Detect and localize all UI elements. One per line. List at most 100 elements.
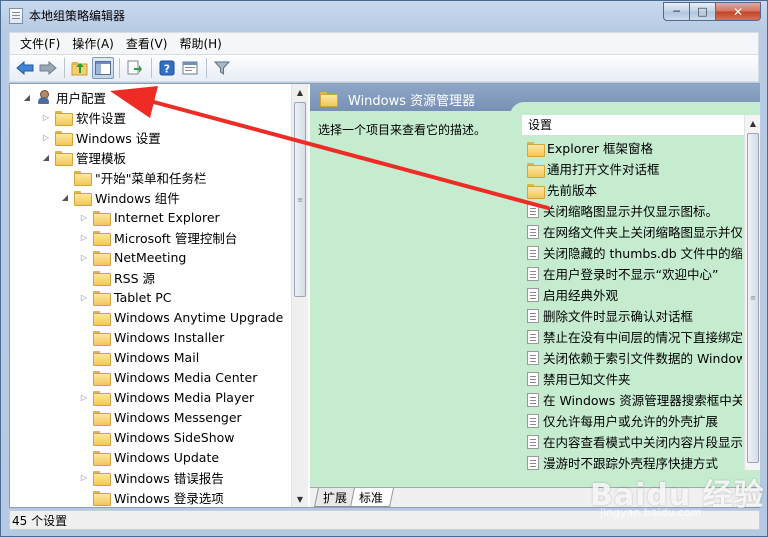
filter-icon[interactable] [211, 57, 233, 79]
description-text: 选择一个项目来查看它的描述。 [318, 123, 487, 137]
policy-setting-icon [527, 392, 539, 407]
details-title: Windows 资源管理器 [348, 94, 476, 109]
tree-item[interactable]: Windows Update [10, 447, 292, 467]
policy-setting-item[interactable]: 在用户登录时不显示“欢迎中心” [522, 263, 742, 284]
menu-help[interactable]: 帮助(H) [174, 34, 226, 54]
window-title: 本地组策略编辑器 [29, 9, 126, 23]
policy-setting-item[interactable]: 禁止在没有中间层的情况下直接绑定到 [522, 326, 742, 347]
collapsed-arrow-icon[interactable]: ▷ [79, 212, 89, 222]
folder-icon [55, 151, 73, 166]
policy-tree: ◢ 用户配置 ▷ 软件设置 ▷ Windows 设置 ◢ 管理模板 "开始"菜单和任务栏 ◢ Win… [10, 87, 292, 507]
folder-icon [74, 191, 92, 206]
scroll-thumb[interactable]: ≡ [294, 102, 306, 297]
back-icon[interactable] [14, 57, 36, 79]
tree-item-label: 用户配置 [56, 90, 107, 106]
title-bar[interactable]: 本地组策略编辑器 ─ □ ✕ [1, 1, 767, 31]
policy-setting-item[interactable]: 启用经典外观 [522, 284, 742, 305]
tree-item[interactable]: ▷ Microsoft 管理控制台 [10, 227, 292, 247]
export-list-icon[interactable] [124, 57, 146, 79]
policy-setting-item[interactable]: 在 Windows 资源管理器搜索框中关闭 [522, 389, 742, 410]
minimize-button[interactable]: ─ [663, 2, 690, 21]
tree-item[interactable]: Windows Anytime Upgrade [10, 307, 292, 327]
forward-icon[interactable] [37, 57, 59, 79]
tree-item-label: Windows Anytime Upgrade [114, 309, 284, 325]
menu-action[interactable]: 操作(A) [67, 34, 119, 54]
tree-scrollbar[interactable]: ▲ ≡ ▼ [291, 84, 308, 507]
collapsed-arrow-icon[interactable]: ▷ [41, 132, 51, 142]
tree-item[interactable]: ▷ NetMeeting [10, 247, 292, 267]
policy-setting-item[interactable]: 关闭依赖于索引文件数据的 Window [522, 347, 742, 368]
settings-folder-item[interactable]: 通用打开文件对话框 [522, 158, 742, 179]
maximize-button[interactable]: □ [690, 2, 716, 21]
collapsed-arrow-icon[interactable]: ▷ [79, 392, 89, 402]
tree-item[interactable]: Windows SideShow [10, 427, 292, 447]
scroll-down-arrow-icon[interactable]: ▼ [292, 491, 308, 507]
tree-item-label: RSS 源 [114, 270, 156, 286]
toolbar-separator [151, 58, 152, 78]
tree-item-label: Tablet PC [114, 289, 172, 305]
properties-icon[interactable] [179, 57, 201, 79]
show-hide-tree-icon[interactable] [92, 57, 114, 79]
tree-item[interactable]: ◢ Windows 组件 [10, 187, 292, 207]
tree-item-label: Windows 错误报告 [114, 470, 224, 486]
policy-setting-item[interactable]: 在网络文件夹上关闭缩略图显示并仅显 [522, 221, 742, 242]
collapsed-arrow-icon[interactable]: ▷ [41, 112, 51, 122]
tree-item[interactable]: "开始"菜单和任务栏 [10, 167, 292, 187]
tree-item[interactable]: ◢ 管理模板 [10, 147, 292, 167]
scroll-up-arrow-icon[interactable]: ▲ [292, 84, 308, 100]
tree-item[interactable]: ◢ 用户配置 [10, 87, 292, 107]
tree-item[interactable]: Windows 登录选项 [10, 487, 292, 507]
menu-view[interactable]: 查看(V) [121, 34, 173, 54]
policy-setting-item[interactable]: 禁用已知文件夹 [522, 368, 742, 389]
tree-item-label: Windows Messenger [114, 409, 242, 425]
setting-label: 在用户登录时不显示“欢迎中心” [543, 267, 719, 282]
tree-item[interactable]: Windows Messenger [10, 407, 292, 427]
tree-item[interactable]: ▷ Windows 错误报告 [10, 467, 292, 487]
collapsed-arrow-icon[interactable]: ▷ [79, 232, 89, 242]
folder-icon [55, 111, 73, 126]
scroll-up-arrow-icon[interactable]: ▲ [745, 115, 760, 131]
folder-icon [55, 131, 73, 146]
content-area: ◢ 用户配置 ▷ 软件设置 ▷ Windows 设置 ◢ 管理模板 "开始"菜单和任务栏 ◢ Win… [9, 83, 760, 508]
folder-icon [93, 211, 111, 226]
toolbar-separator [206, 58, 207, 78]
scroll-thumb[interactable]: ≡ [747, 133, 759, 463]
tree-item[interactable]: RSS 源 [10, 267, 292, 287]
tree-item[interactable]: Windows Media Center [10, 367, 292, 387]
policy-setting-item[interactable]: 关闭隐藏的 thumbs.db 文件中的缩略 [522, 242, 742, 263]
collapsed-arrow-icon[interactable]: ▷ [79, 252, 89, 262]
tab-standard[interactable]: 标准 [349, 488, 395, 507]
policy-setting-item[interactable]: 关闭缩略图显示并仅显示图标。 [522, 200, 742, 221]
expanded-arrow-icon[interactable]: ◢ [22, 92, 32, 102]
help-icon[interactable]: ? [156, 57, 178, 79]
expanded-arrow-icon[interactable]: ◢ [60, 192, 70, 202]
column-header-setting[interactable]: 设置 [522, 115, 760, 136]
tree-item[interactable]: ▷ Windows 设置 [10, 127, 292, 147]
collapsed-arrow-icon[interactable]: ▷ [79, 292, 89, 302]
tree-item[interactable]: ▷ Windows Media Player [10, 387, 292, 407]
policy-setting-item[interactable]: 仅允许每用户或允许的外壳扩展 [522, 410, 742, 431]
list-scrollbar[interactable]: ▲ ≡ [744, 115, 760, 470]
tree-item[interactable]: Windows Installer [10, 327, 292, 347]
tree-item[interactable]: Windows Mail [10, 347, 292, 367]
setting-label: 在网络文件夹上关闭缩略图显示并仅显 [543, 225, 742, 240]
expanded-arrow-icon[interactable]: ◢ [41, 152, 51, 162]
settings-folder-item[interactable]: Explorer 框架窗格 [522, 137, 742, 158]
policy-setting-item[interactable]: 在内容查看模式中关闭内容片段显示 [522, 431, 742, 452]
folder-icon [527, 183, 545, 199]
tree-item[interactable]: ▷ Internet Explorer [10, 207, 292, 227]
up-folder-icon[interactable] [69, 57, 91, 79]
policy-setting-item[interactable]: 删除文件时显示确认对话框 [522, 305, 742, 326]
close-button[interactable]: ✕ [716, 2, 761, 21]
settings-folder-item[interactable]: 先前版本 [522, 179, 742, 200]
policy-setting-icon [527, 455, 539, 470]
collapsed-arrow-icon[interactable]: ▷ [79, 472, 89, 482]
tree-item-label: Windows 组件 [95, 190, 180, 206]
tree-item[interactable]: ▷ 软件设置 [10, 107, 292, 127]
tree-item[interactable]: ▷ Tablet PC [10, 287, 292, 307]
setting-label: 删除文件时显示确认对话框 [543, 309, 694, 324]
menu-file[interactable]: 文件(F) [15, 34, 65, 54]
